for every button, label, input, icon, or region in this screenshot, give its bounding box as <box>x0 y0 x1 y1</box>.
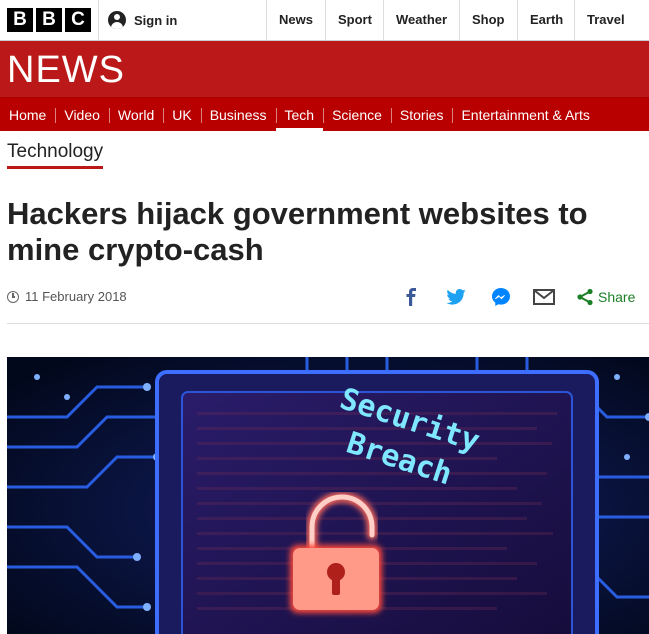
masthead-nav-sport[interactable]: Sport <box>325 0 383 40</box>
section-nav-science[interactable]: Science <box>323 98 391 131</box>
masthead-nav-earth[interactable]: Earth <box>517 0 574 40</box>
twitter-icon[interactable] <box>442 284 470 310</box>
clock-icon <box>7 290 19 303</box>
facebook-icon[interactable] <box>400 284 422 310</box>
news-banner: NEWS <box>0 41 649 97</box>
messenger-icon[interactable] <box>488 284 514 310</box>
bbc-logo[interactable]: B B C <box>7 8 91 32</box>
section-nav-home[interactable]: Home <box>0 98 55 131</box>
logo-letter-b1: B <box>7 8 33 32</box>
logo-letter-b2: B <box>36 8 62 32</box>
masthead-nav-shop[interactable]: Shop <box>459 0 517 40</box>
share-button[interactable]: Share <box>576 284 642 310</box>
article-meta: 11 February 2018 <box>7 289 127 304</box>
masthead-nav-news[interactable]: News <box>266 0 325 40</box>
meta-divider <box>7 323 649 324</box>
section-nav-uk[interactable]: UK <box>163 98 200 131</box>
masthead: B B C Sign in News Sport Weather Shop Ea… <box>0 0 649 41</box>
news-brand-logo[interactable]: NEWS <box>7 50 125 90</box>
article-date: 11 February 2018 <box>25 289 127 304</box>
user-icon <box>108 11 126 29</box>
section-nav: Home Video World UK Business Tech Scienc… <box>0 97 649 132</box>
article-headline: Hackers hijack government websites to mi… <box>7 196 588 267</box>
article-hero-image: Security Breach <box>7 357 649 634</box>
section-nav-tech[interactable]: Tech <box>275 98 324 132</box>
logo-letter-c: C <box>65 8 91 32</box>
share-icon <box>577 288 593 306</box>
section-nav-entertainment-arts[interactable]: Entertainment & Arts <box>452 98 598 131</box>
section-nav-stories[interactable]: Stories <box>390 98 453 131</box>
section-label-link[interactable]: Technology <box>7 141 104 169</box>
masthead-nav-travel[interactable]: Travel <box>574 0 649 40</box>
masthead-divider <box>98 0 99 40</box>
email-icon[interactable] <box>532 284 556 310</box>
masthead-nav: News Sport Weather Shop Earth Travel <box>266 0 649 40</box>
signin-button[interactable]: Sign in <box>108 0 177 40</box>
signin-label: Sign in <box>134 12 178 28</box>
section-nav-video[interactable]: Video <box>55 98 109 131</box>
masthead-nav-weather[interactable]: Weather <box>383 0 459 40</box>
section-nav-business[interactable]: Business <box>200 98 276 131</box>
share-label: Share <box>598 289 636 305</box>
section-nav-world[interactable]: World <box>108 98 163 131</box>
security-breach-illustration: Security Breach <box>7 357 649 634</box>
share-tools: Share <box>400 284 645 310</box>
